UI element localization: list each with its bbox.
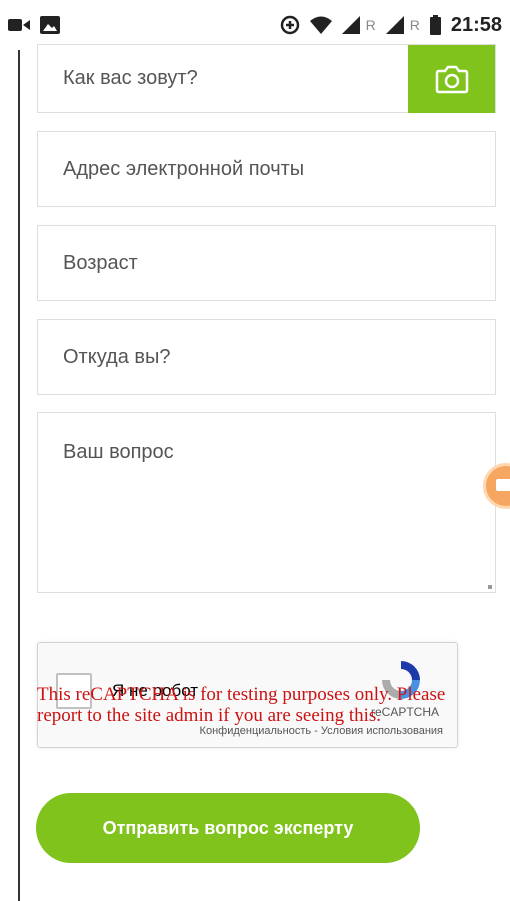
clock: 21:58	[450, 13, 502, 36]
question-textarea[interactable]: Ваш вопрос	[37, 412, 496, 593]
video-icon	[8, 19, 30, 31]
data-saver-icon	[280, 15, 299, 35]
email-field-placeholder: Адрес электронной почты	[63, 157, 305, 180]
submit-question-button[interactable]: Отправить вопрос эксперту	[36, 793, 420, 863]
signal-icon	[385, 16, 404, 34]
recaptcha-privacy-terms-links[interactable]: Конфиденциальность - Условия использован…	[200, 725, 443, 737]
roaming-indicator: R	[365, 17, 376, 33]
location-field-placeholder: Откуда вы?	[63, 345, 171, 368]
roaming-indicator: R	[409, 17, 420, 33]
camera-icon	[435, 65, 468, 94]
name-field-placeholder: Как вас зовут?	[63, 67, 198, 89]
age-field-placeholder: Возраст	[63, 251, 138, 274]
battery-icon	[429, 15, 441, 35]
resize-handle[interactable]	[488, 585, 492, 589]
recaptcha-test-warning: This reCAPTCHA is for testing purposes o…	[37, 684, 446, 726]
question-textarea-placeholder: Ваш вопрос	[63, 441, 174, 463]
camera-button[interactable]	[408, 45, 495, 113]
signal-icon	[341, 16, 360, 34]
chat-icon	[496, 479, 510, 491]
age-field[interactable]: Возраст	[37, 225, 496, 301]
email-field[interactable]: Адрес электронной почты	[37, 131, 496, 207]
image-icon	[40, 16, 60, 34]
wifi-icon	[309, 16, 332, 34]
location-field[interactable]: Откуда вы?	[37, 319, 496, 395]
page-edge-divider	[18, 50, 20, 901]
name-field[interactable]: Как вас зовут?	[37, 44, 496, 113]
status-bar: R R 21:58	[0, 0, 510, 50]
